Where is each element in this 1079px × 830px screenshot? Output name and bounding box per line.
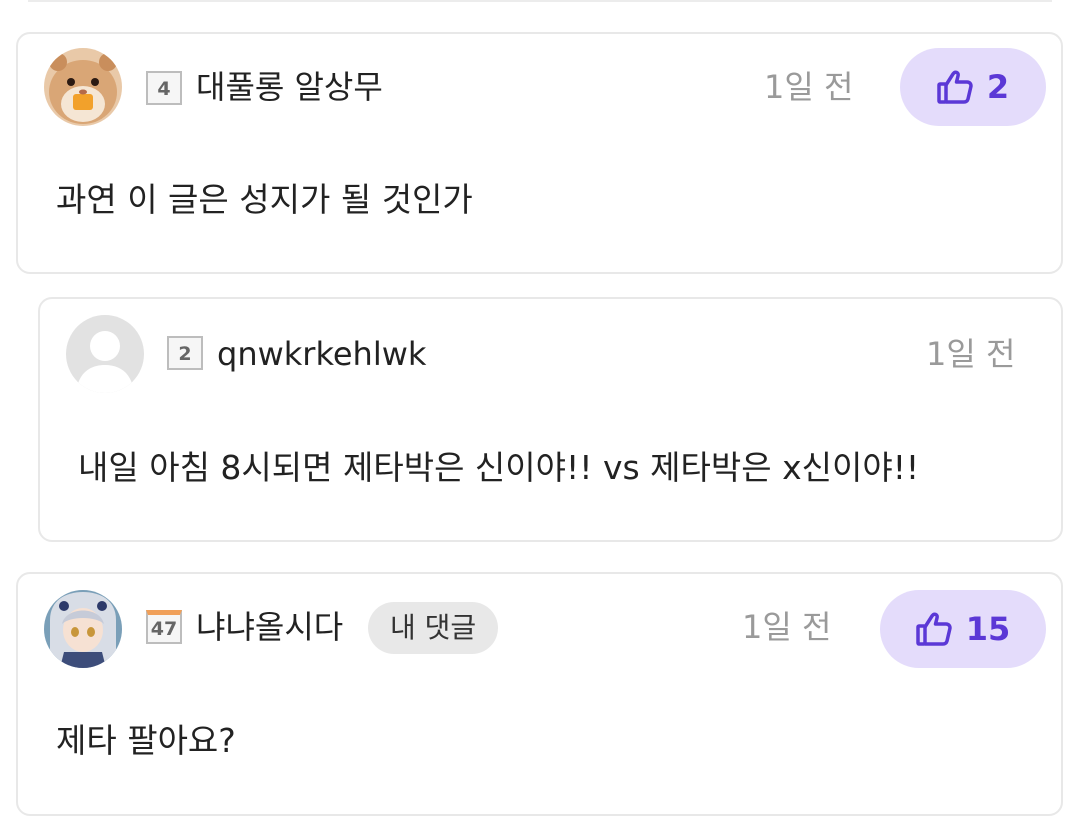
nickname[interactable]: qnwkrkehlwk: [217, 334, 426, 374]
comment-text: 내일 아침 8시되면 제타박은 신이야!! vs 제타박은 x신이야!!: [78, 448, 920, 487]
top-divider: [28, 0, 1052, 2]
level-badge: 4: [146, 71, 182, 105]
comment-text: 과연 이 글은 성지가 될 것인가: [56, 180, 473, 219]
anime-girl-avatar[interactable]: [44, 590, 122, 668]
like-button[interactable]: 15: [880, 590, 1046, 668]
comment-card: 47 냐냐올시다 내 댓글 1일 전 15 제타 팔아요?: [16, 572, 1063, 816]
thumbs-up-icon: [915, 612, 952, 646]
comment-card: 4 대풀롱 알상무 1일 전 2 과연 이 글은 성지가 될 것인가: [16, 32, 1063, 274]
like-count: 2: [986, 68, 1010, 106]
nickname[interactable]: 냐냐올시다: [196, 607, 343, 647]
reply-card: 2 qnwkrkehlwk 1일 전 내일 아침 8시되면 제타박은 신이야!!…: [38, 297, 1063, 542]
level-badge: 2: [167, 336, 203, 370]
thumbs-up-icon: [937, 70, 973, 104]
nickname[interactable]: 대풀롱 알상무: [196, 67, 383, 107]
my-comment-tag: 내 댓글: [368, 602, 499, 654]
default-user-avatar[interactable]: [66, 315, 144, 393]
like-count: 15: [965, 610, 1011, 648]
comment-time: 1일 전: [742, 608, 832, 646]
hamster-avatar[interactable]: [44, 48, 122, 126]
comment-time: 1일 전: [926, 335, 1016, 373]
level-badge: 47: [146, 610, 182, 644]
comment-text: 제타 팔아요?: [56, 721, 236, 760]
like-button[interactable]: 2: [900, 48, 1046, 126]
comment-time: 1일 전: [764, 68, 854, 106]
